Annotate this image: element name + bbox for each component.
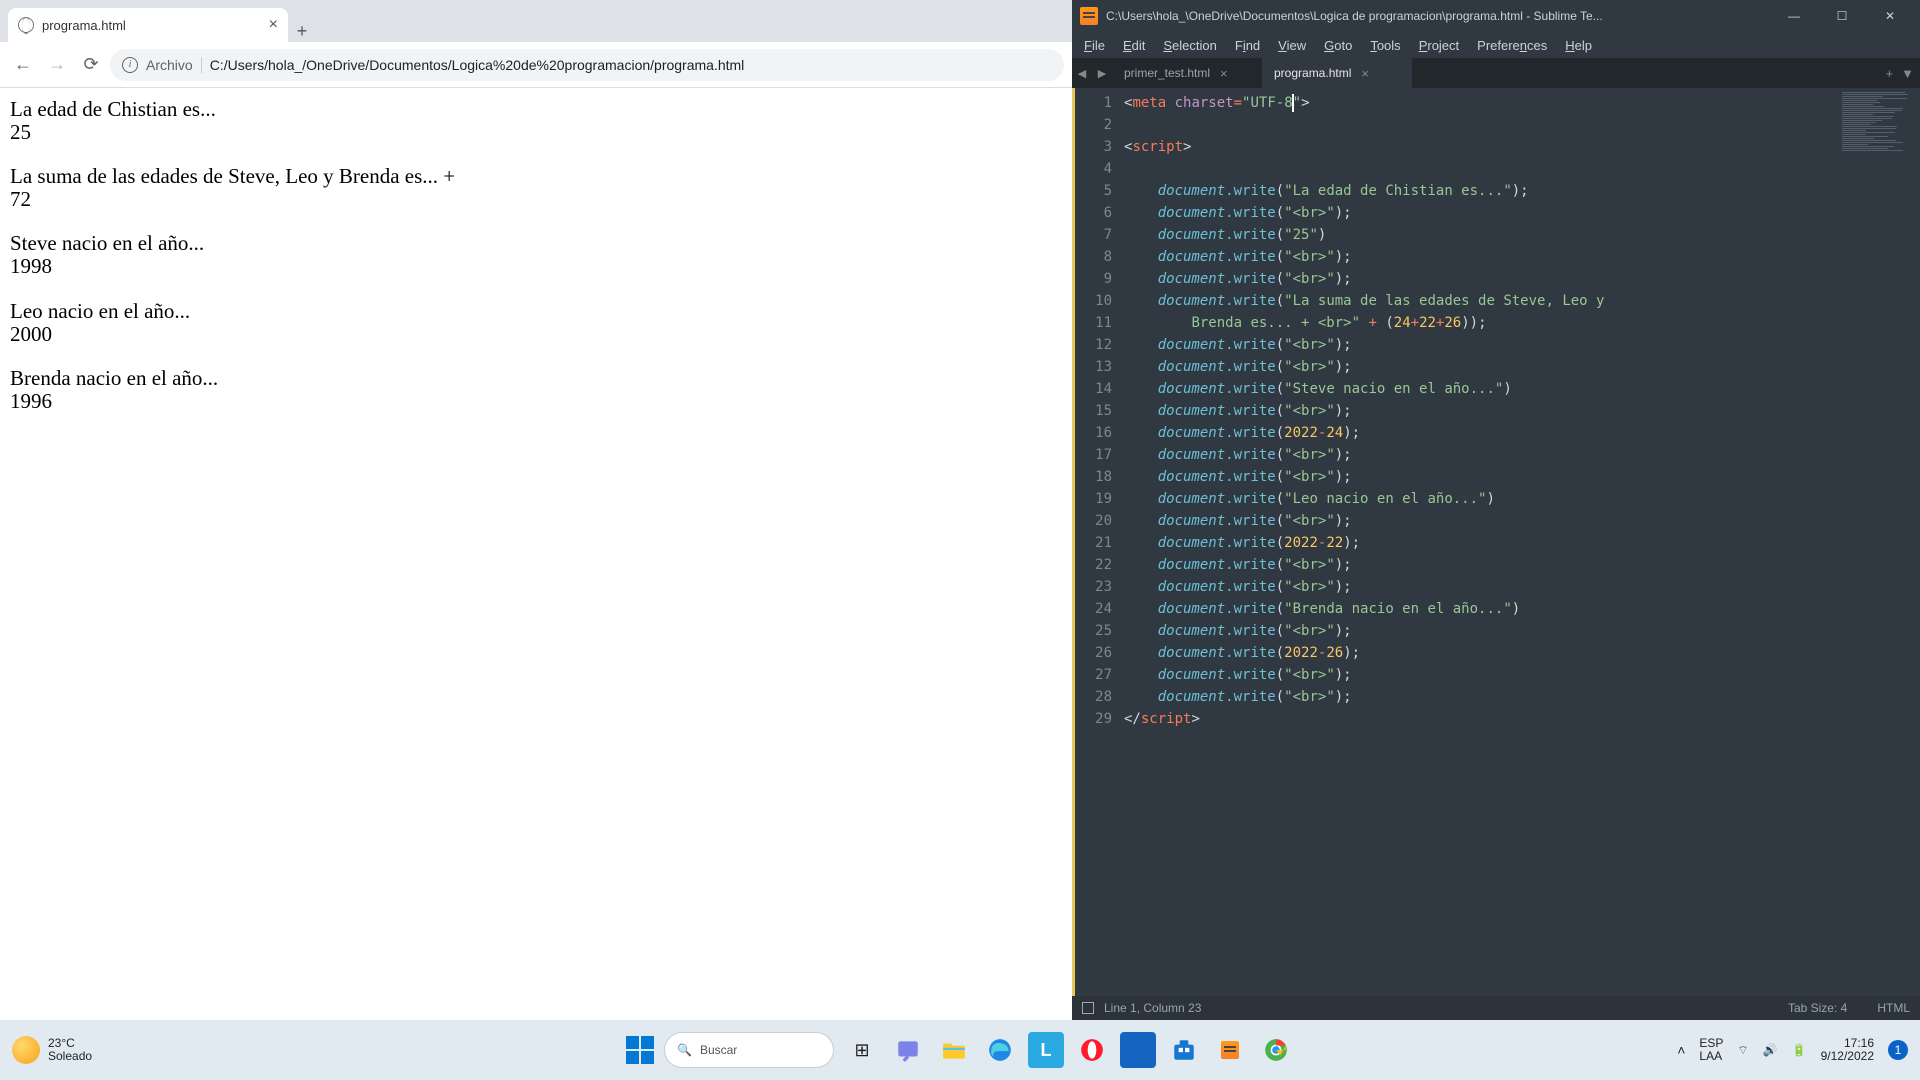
explorer-icon[interactable] (936, 1032, 972, 1068)
globe-icon (18, 17, 34, 33)
titlebar[interactable]: C:\Users\hola_\OneDrive\Documentos\Logic… (1072, 0, 1920, 32)
tab-prev-icon[interactable]: ◀ (1072, 58, 1092, 88)
tab-title: programa.html (42, 18, 261, 33)
chrome-icon[interactable] (1258, 1032, 1294, 1068)
browser-toolbar: ← → ⟳ i Archivo C:/Users/hola_/OneDrive/… (0, 42, 1072, 88)
sublime-icon[interactable] (1212, 1032, 1248, 1068)
start-button[interactable] (626, 1036, 654, 1064)
close-icon[interactable]: × (1220, 66, 1228, 81)
status-position[interactable]: Line 1, Column 23 (1104, 1001, 1201, 1015)
opera-icon[interactable] (1074, 1032, 1110, 1068)
menu-file[interactable]: File (1076, 36, 1113, 55)
menu-find[interactable]: Find (1227, 36, 1268, 55)
tab-menu-icon[interactable]: ▼ (1901, 66, 1914, 81)
menu-preferences[interactable]: Preferences (1469, 36, 1555, 55)
menu-help[interactable]: Help (1557, 36, 1600, 55)
clock[interactable]: 17:16 9/12/2022 (1821, 1037, 1874, 1063)
editor-tab-programa[interactable]: programa.html × (1262, 58, 1412, 88)
text-value: 1996 (10, 390, 1062, 413)
close-icon[interactable]: × (1361, 66, 1369, 81)
close-icon[interactable]: × (269, 16, 278, 34)
editor-tabbar: ◀ ▶ primer_test.html × programa.html × +… (1072, 58, 1920, 88)
info-icon[interactable]: i (122, 57, 138, 73)
forward-button[interactable]: → (42, 50, 72, 80)
chat-icon[interactable] (890, 1032, 926, 1068)
back-button[interactable]: ← (8, 50, 38, 80)
panel-toggle-icon[interactable] (1082, 1002, 1094, 1014)
status-tabsize[interactable]: Tab Size: 4 (1788, 1001, 1847, 1015)
text-line: La edad de Chistian es... (10, 98, 1062, 121)
text-value: 72 (10, 188, 1062, 211)
system-tray: ˄ ESP LAA ⌔ 🔊 🔋 17:16 9/12/2022 1 (1677, 1037, 1908, 1063)
status-language[interactable]: HTML (1877, 1001, 1910, 1015)
wifi-icon[interactable]: ⌔ (1737, 1043, 1748, 1058)
text-line: La suma de las edades de Steve, Leo y Br… (10, 165, 1062, 188)
weather-widget[interactable]: 23°C Soleado (12, 1036, 92, 1064)
search-icon: 🔍 (677, 1043, 692, 1057)
search-box[interactable]: 🔍 Buscar (664, 1032, 834, 1068)
taskbar: 23°C Soleado 🔍 Buscar ⊞ L ˄ ESP LAA ⌔ 🔊 … (0, 1020, 1920, 1080)
search-placeholder: Buscar (700, 1043, 737, 1057)
task-view-icon[interactable]: ⊞ (844, 1032, 880, 1068)
new-tab-icon[interactable]: + (1886, 66, 1894, 81)
notification-badge[interactable]: 1 (1888, 1040, 1908, 1060)
text-caret (1292, 94, 1294, 112)
text-line: Leo nacio en el año... (10, 300, 1062, 323)
menubar: File Edit Selection Find View Goto Tools… (1072, 32, 1920, 58)
tab-label: programa.html (1274, 66, 1351, 80)
code-area[interactable]: <meta charset="UTF-8"> <script> document… (1124, 88, 1836, 996)
url-text: C:/Users/hola_/OneDrive/Documentos/Logic… (210, 57, 745, 73)
sublime-window: C:\Users\hola_\OneDrive\Documentos\Logic… (1072, 0, 1920, 1020)
editor-body: 1234567891011121314151617181920212223242… (1072, 88, 1920, 996)
sublime-logo-icon (1080, 7, 1098, 25)
chrome-window: programa.html × + ← → ⟳ i Archivo C:/Use… (0, 0, 1072, 1020)
tab-next-icon[interactable]: ▶ (1092, 58, 1112, 88)
window-title: C:\Users\hola_\OneDrive\Documentos\Logic… (1106, 9, 1772, 23)
tray-overflow-icon[interactable]: ˄ (1677, 1042, 1685, 1058)
volume-icon[interactable]: 🔊 (1763, 1043, 1778, 1057)
app-blue-icon[interactable] (1120, 1032, 1156, 1068)
reload-button[interactable]: ⟳ (76, 50, 106, 80)
text-line: Steve nacio en el año... (10, 232, 1062, 255)
menu-edit[interactable]: Edit (1115, 36, 1153, 55)
tab-label: primer_test.html (1124, 66, 1210, 80)
close-button[interactable]: ✕ (1868, 2, 1912, 30)
page-content: La edad de Chistian es... 25 La suma de … (0, 88, 1072, 1020)
browser-tabstrip: programa.html × + (0, 0, 1072, 42)
divider (201, 57, 202, 73)
text-line: Brenda nacio en el año... (10, 367, 1062, 390)
menu-project[interactable]: Project (1411, 36, 1467, 55)
text-value: 1998 (10, 255, 1062, 278)
taskbar-center: 🔍 Buscar ⊞ L (626, 1032, 1294, 1068)
minimize-button[interactable]: ― (1772, 2, 1816, 30)
gutter[interactable]: 1234567891011121314151617181920212223242… (1072, 88, 1124, 996)
sun-icon (12, 1036, 40, 1064)
statusbar: Line 1, Column 23 Tab Size: 4 HTML (1072, 996, 1920, 1020)
editor-tab-primer[interactable]: primer_test.html × (1112, 58, 1262, 88)
maximize-button[interactable]: ☐ (1820, 2, 1864, 30)
weather-label: Soleado (48, 1050, 92, 1063)
browser-tab[interactable]: programa.html × (8, 8, 288, 42)
battery-icon[interactable]: 🔋 (1792, 1043, 1807, 1057)
new-tab-button[interactable]: + (288, 21, 316, 42)
address-bar[interactable]: i Archivo C:/Users/hola_/OneDrive/Docume… (110, 49, 1064, 81)
app-l-icon[interactable]: L (1028, 1032, 1064, 1068)
menu-selection[interactable]: Selection (1155, 36, 1224, 55)
text-value: 2000 (10, 323, 1062, 346)
text-value: 25 (10, 121, 1062, 144)
address-prefix: Archivo (146, 57, 193, 73)
keyboard-layout[interactable]: ESP LAA (1699, 1037, 1723, 1062)
minimap[interactable] (1836, 88, 1920, 996)
store-icon[interactable] (1166, 1032, 1202, 1068)
menu-tools[interactable]: Tools (1362, 36, 1408, 55)
menu-goto[interactable]: Goto (1316, 36, 1360, 55)
edge-icon[interactable] (982, 1032, 1018, 1068)
menu-view[interactable]: View (1270, 36, 1314, 55)
